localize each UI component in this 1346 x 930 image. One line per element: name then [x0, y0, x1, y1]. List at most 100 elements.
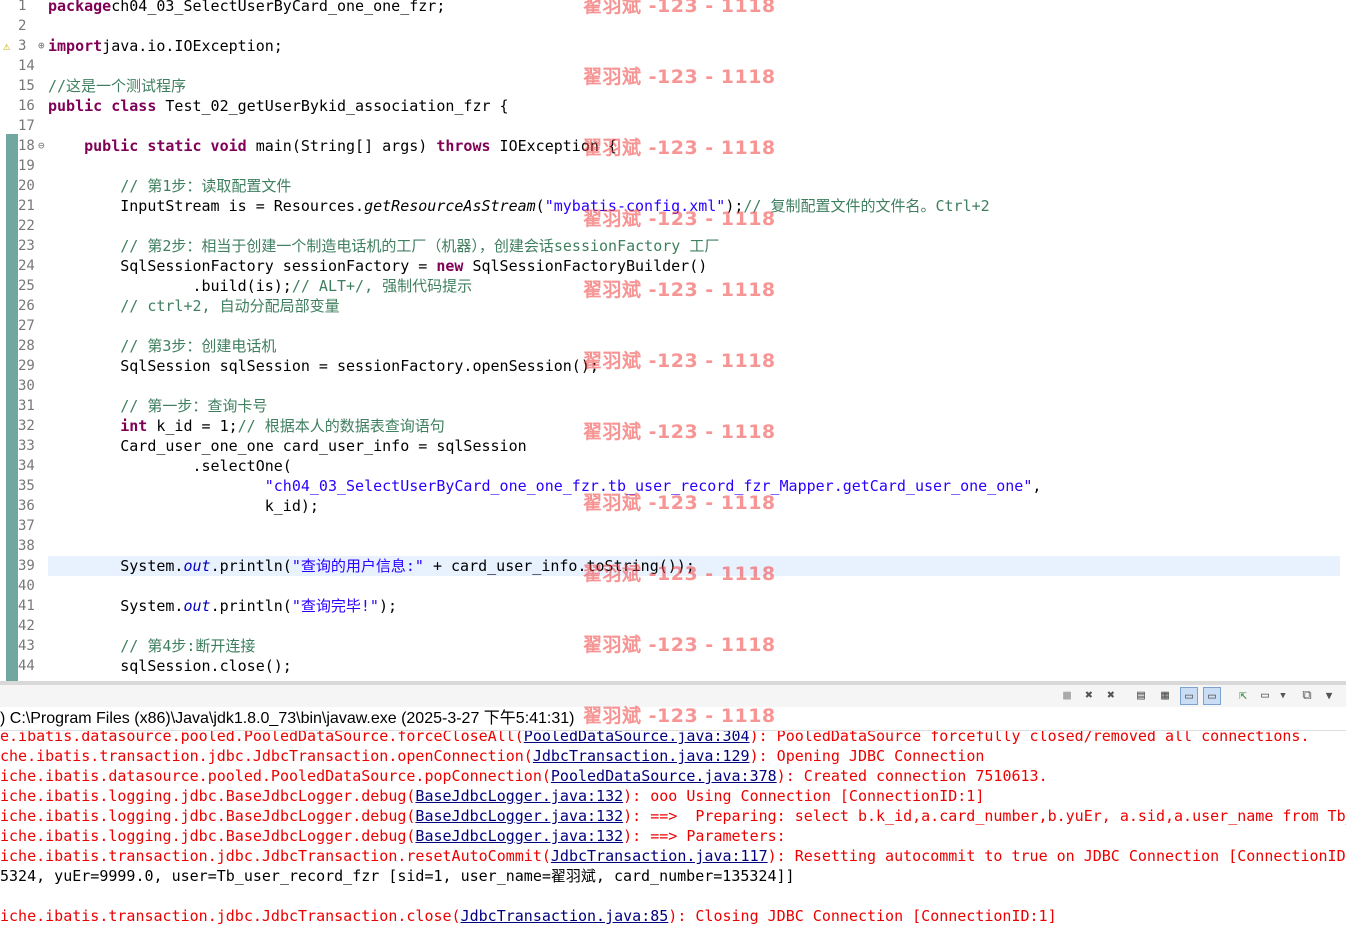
- line-number: 27: [18, 318, 35, 334]
- console-text: ): ==> Parameters:: [623, 827, 786, 845]
- console-text: iche.ibatis.logging.jdbc.BaseJdbcLogger.…: [0, 807, 416, 825]
- remove-launch-icon[interactable]: ✖: [1080, 687, 1098, 705]
- code-token: out: [183, 557, 211, 575]
- code-token: // 第4步:断开连接: [120, 637, 256, 655]
- stacktrace-link[interactable]: BaseJdbcLogger.java:132: [415, 807, 623, 825]
- stacktrace-link[interactable]: JdbcTransaction.java:85: [461, 907, 669, 925]
- console-line: iche.ibatis.logging.jdbc.BaseJdbcLogger.…: [0, 806, 1346, 826]
- stacktrace-link[interactable]: BaseJdbcLogger.java:132: [415, 787, 623, 805]
- line-number: 28: [18, 338, 35, 354]
- code-line[interactable]: 24 SqlSessionFactory sessionFactory = ne…: [0, 256, 1346, 276]
- code-token: ,: [1032, 477, 1042, 495]
- stacktrace-link[interactable]: BaseJdbcLogger.java:132: [415, 827, 623, 845]
- code-token: System.: [48, 557, 184, 575]
- code-text: SqlSessionFactory sessionFactory = new S…: [48, 256, 707, 276]
- code-token: // 复制配置文件的文件名。Ctrl+2: [743, 197, 990, 215]
- code-token: // 第2步：相当于创建一个制造电话机的工厂（机器），创建会话sessionFa…: [120, 237, 720, 255]
- remove-all-icon[interactable]: ✖: [1102, 687, 1120, 705]
- watermark-text: 翟羽斌 -123 - 1118: [583, 66, 776, 88]
- warning-icon[interactable]: ⚠: [3, 36, 10, 56]
- line-number: 42: [18, 618, 35, 634]
- code-token: .build(is);: [48, 277, 292, 295]
- collapse-fold-icon[interactable]: ⊖: [38, 136, 45, 156]
- expand-fold-icon[interactable]: ⊕: [38, 36, 45, 56]
- open-console-icon[interactable]: ⧉: [1298, 687, 1316, 705]
- display-console-icon[interactable]: ▭: [1256, 687, 1274, 705]
- console-text: ): ==> Preparing: select b.k_id,a.card_n…: [623, 807, 1346, 825]
- code-line[interactable]: 41 System.out.println("查询完毕!");: [0, 596, 1346, 616]
- code-line[interactable]: 37: [0, 516, 1346, 536]
- line-number: 33: [18, 438, 35, 454]
- console-line: che.ibatis.transaction.jdbc.JdbcTransact…: [0, 746, 984, 766]
- code-token: // 第3步：创建电话机: [120, 337, 277, 355]
- code-token: InputStream is = Resources.: [48, 197, 365, 215]
- console-text: ): Resetting autocommit to true on JDBC …: [767, 847, 1346, 865]
- code-line[interactable]: 38: [0, 536, 1346, 556]
- stacktrace-link[interactable]: JdbcTransaction.java:117: [551, 847, 768, 865]
- code-token: SqlSessionFactoryBuilder(): [463, 257, 708, 275]
- code-line[interactable]: 27: [0, 316, 1346, 336]
- line-number: 18: [18, 138, 35, 154]
- console-text: iche.ibatis.datasource.pooled.PooledData…: [0, 767, 551, 785]
- line-number: 34: [18, 458, 35, 474]
- code-line[interactable]: 2: [0, 16, 1346, 36]
- code-token: System.: [48, 597, 184, 615]
- line-number: 43: [18, 638, 35, 654]
- chevron-down-icon[interactable]: ▼: [1274, 687, 1292, 705]
- console-output[interactable]: e.ibatis.datasource.pooled.PooledDataSou…: [0, 730, 1346, 930]
- line-number: 17: [18, 118, 35, 134]
- pin-console-icon[interactable]: ⇱: [1234, 687, 1252, 705]
- line-number: 38: [18, 538, 35, 554]
- watermark-text: 翟羽斌 -123 - 1118: [583, 705, 776, 727]
- clear-console-icon[interactable]: ▤: [1132, 687, 1150, 705]
- code-line[interactable]: 34 .selectOne(: [0, 456, 1346, 476]
- line-number: 16: [18, 98, 35, 114]
- code-line[interactable]: 20 // 第1步：读取配置文件: [0, 176, 1346, 196]
- watermark-text: 翟羽斌 -123 - 1118: [583, 421, 776, 443]
- code-text: importjava.io.IOException;: [48, 36, 283, 56]
- code-text: // 第1步：读取配置文件: [48, 176, 291, 196]
- watermark-text: 翟羽斌 -123 - 1118: [583, 208, 776, 230]
- code-token: // 根据本人的数据表查询语句: [237, 417, 445, 435]
- code-text: // 第2步：相当于创建一个制造电话机的工厂（机器），创建会话sessionFa…: [48, 236, 719, 256]
- code-token: k_id = 1;: [147, 417, 238, 435]
- code-line[interactable]: 16 public class Test_02_getUserBykid_asso…: [0, 96, 1346, 116]
- code-line[interactable]: 31 // 第一步：查询卡号: [0, 396, 1346, 416]
- code-text: // 第4步:断开连接: [48, 636, 255, 656]
- stacktrace-link[interactable]: PooledDataSource.java:304: [524, 731, 750, 745]
- code-line[interactable]: 44 sqlSession.close();: [0, 656, 1346, 676]
- code-text: // ctrl+2, 自动分配局部变量: [48, 296, 339, 316]
- view-menu-icon[interactable]: ▼: [1320, 687, 1338, 705]
- code-token: public class: [48, 97, 157, 115]
- code-token: (: [535, 197, 545, 215]
- show-on-stdout-icon[interactable]: ▭: [1180, 687, 1198, 705]
- code-token: "查询的用户信息:": [291, 557, 424, 575]
- terminate-icon[interactable]: ■: [1058, 687, 1076, 705]
- code-text: .selectOne(: [48, 456, 292, 476]
- show-on-stderr-icon[interactable]: ▭: [1203, 687, 1221, 705]
- console-text: iche.ibatis.logging.jdbc.BaseJdbcLogger.…: [0, 787, 416, 805]
- line-number: 3: [18, 38, 27, 54]
- line-number: 15: [18, 78, 35, 94]
- line-number: 41: [18, 598, 35, 614]
- code-line[interactable]: 30: [0, 376, 1346, 396]
- scroll-lock-icon[interactable]: ▦: [1156, 687, 1174, 705]
- line-number: 32: [18, 418, 35, 434]
- code-token: .selectOne(: [48, 457, 292, 475]
- code-line[interactable]: ⚠ 3 ⊕ importjava.io.IOException;: [0, 36, 1346, 56]
- line-number: 19: [18, 158, 35, 174]
- stacktrace-link[interactable]: JdbcTransaction.java:129: [533, 747, 750, 765]
- code-token: SqlSession sqlSession = sessionFactory.o…: [48, 357, 599, 375]
- line-number: 20: [18, 178, 35, 194]
- code-token: k_id);: [48, 497, 319, 515]
- code-token: // ALT+/, 强制代码提示: [291, 277, 473, 295]
- stacktrace-link[interactable]: PooledDataSource.java:378: [551, 767, 777, 785]
- watermark-text: 翟羽斌 -123 - 1118: [583, 350, 776, 372]
- line-number: 2: [18, 18, 27, 34]
- watermark-text: 翟羽斌 -123 - 1118: [583, 634, 776, 656]
- code-line[interactable]: 23 // 第2步：相当于创建一个制造电话机的工厂（机器），创建会话sessio…: [0, 236, 1346, 256]
- console-line: iche.ibatis.transaction.jdbc.JdbcTransac…: [0, 906, 1057, 926]
